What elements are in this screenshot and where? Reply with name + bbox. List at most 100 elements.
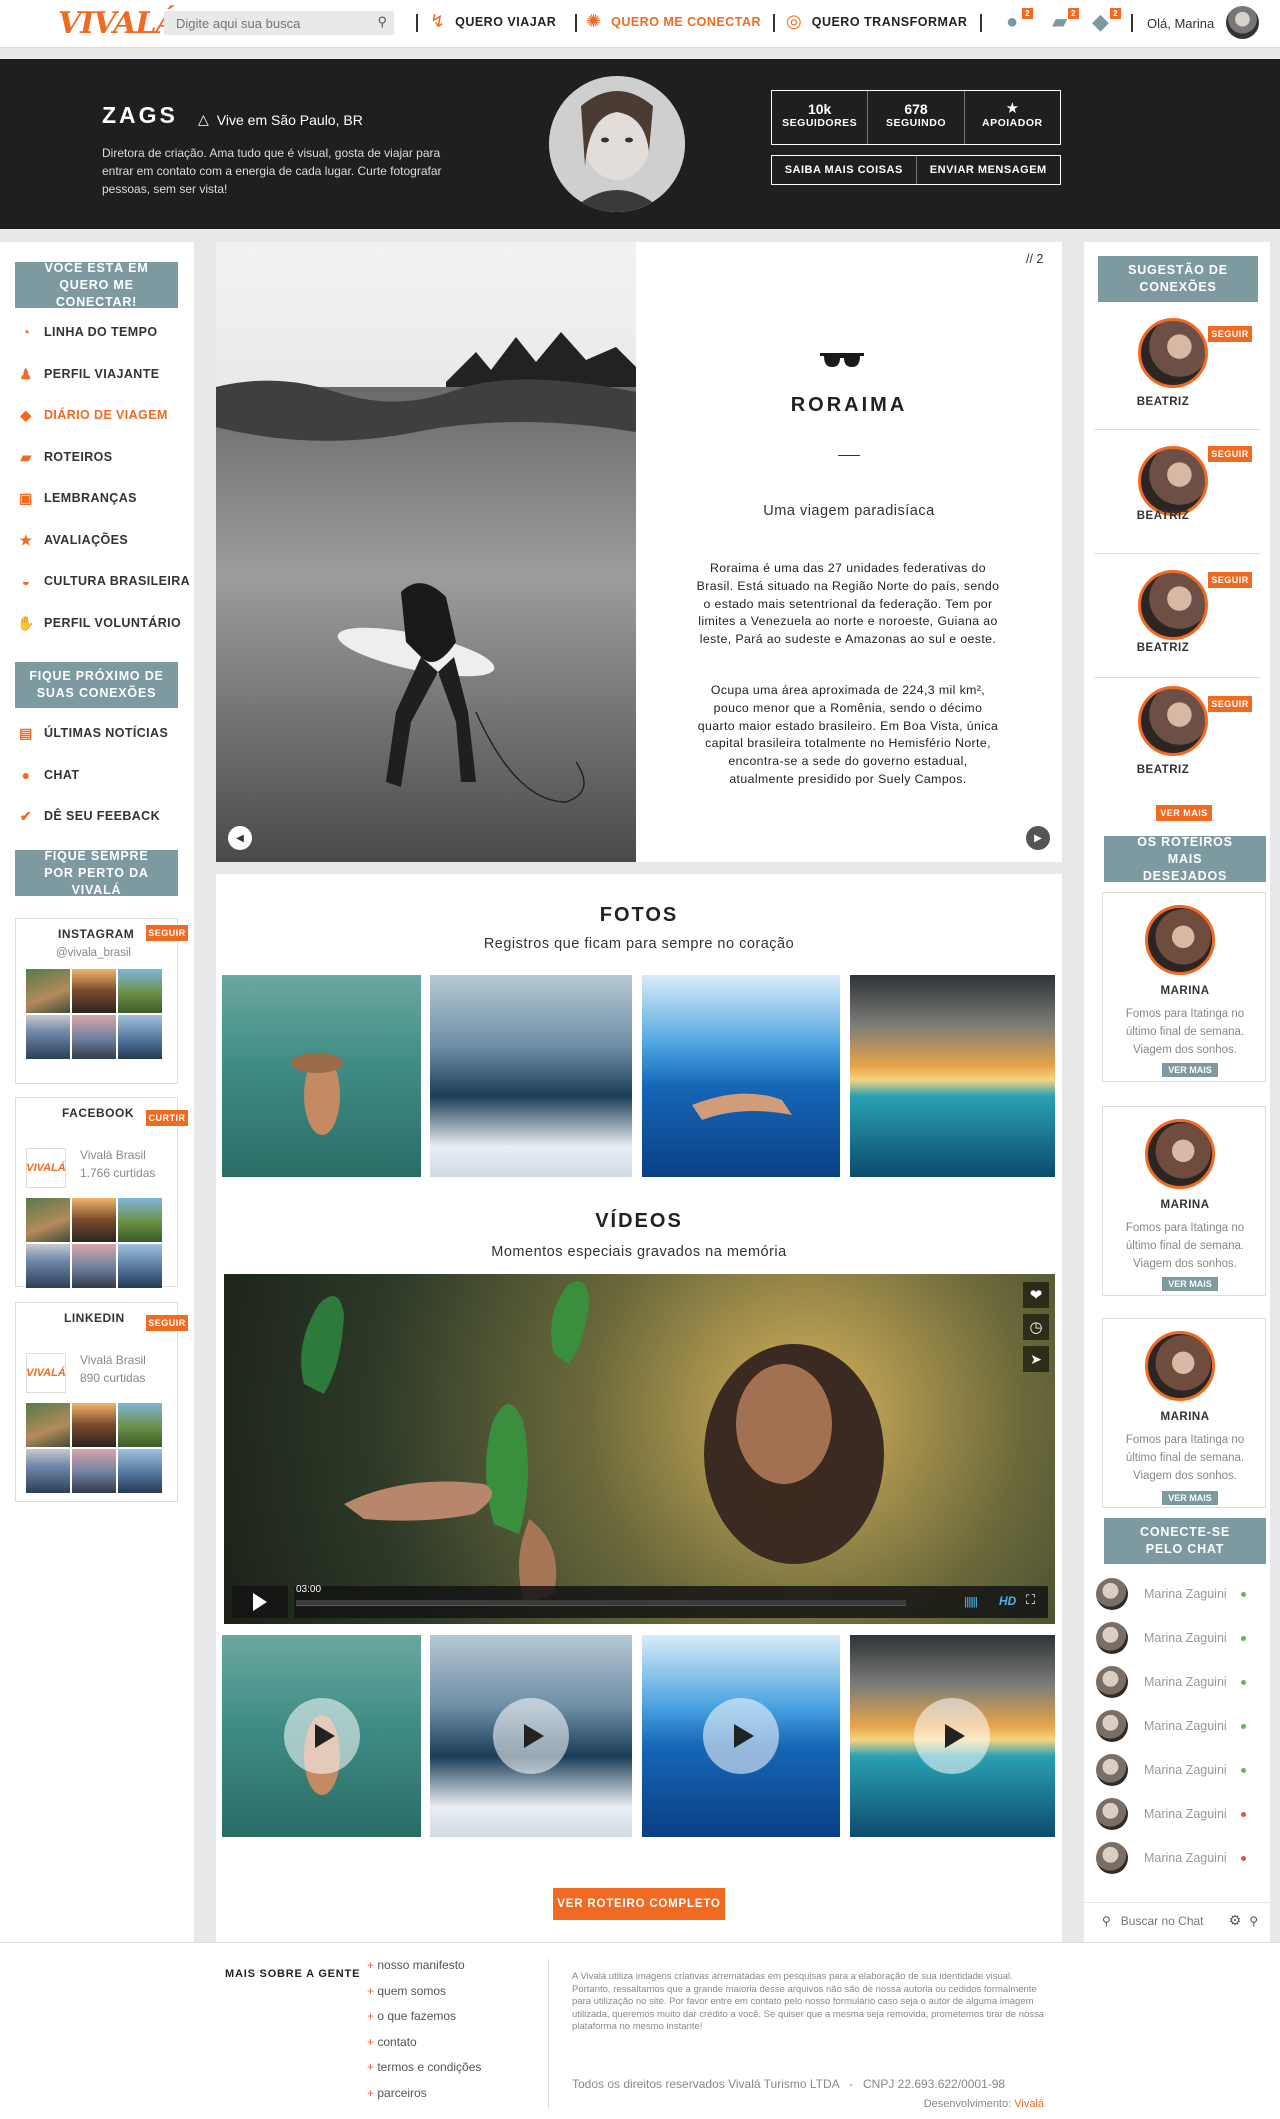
search-input[interactable] bbox=[164, 11, 359, 35]
instagram-thumb[interactable] bbox=[118, 1015, 162, 1059]
video-player[interactable]: ❤ ◷ ➤ 03:00 ||||||| HD ⛶ bbox=[224, 1274, 1055, 1624]
menu-avaliacoes[interactable]: ★ AVALIAÇÕES bbox=[18, 532, 128, 548]
watch-later-button[interactable]: ◷ bbox=[1023, 1314, 1049, 1340]
footer-link-what-we-do[interactable]: o que fazemos bbox=[367, 2004, 481, 2030]
logo[interactable]: VIVALÁ bbox=[58, 6, 179, 41]
menu-roteiros[interactable]: ▰ ROTEIROS bbox=[18, 449, 112, 465]
follow-button[interactable]: SEGUIR bbox=[1208, 572, 1252, 588]
developer-link[interactable]: Vivalá bbox=[1014, 2098, 1044, 2110]
full-route-button[interactable]: VER ROTEIRO COMPLETO bbox=[553, 1888, 725, 1920]
footer-link-partners[interactable]: parceiros bbox=[367, 2081, 481, 2107]
nav-quero-viajar[interactable]: ↯ QUERO VIAJAR bbox=[430, 11, 556, 32]
search-box[interactable]: ⚲ bbox=[164, 11, 394, 35]
photo-sunset-sea[interactable] bbox=[850, 975, 1055, 1177]
follow-button[interactable]: SEGUIR bbox=[1208, 446, 1252, 462]
user-avatar[interactable] bbox=[1226, 6, 1259, 39]
menu-ultimas-noticias[interactable]: ▤ ÚLTIMAS NOTÍCIAS bbox=[18, 725, 168, 741]
facebook-like-button[interactable]: CURTIR bbox=[146, 1110, 188, 1126]
video-thumb-swimmer[interactable] bbox=[642, 1635, 840, 1837]
more-info-button[interactable]: SAIBA MAIS COISAS bbox=[772, 156, 917, 184]
footer-link-manifesto[interactable]: nosso manifesto bbox=[367, 1953, 481, 1979]
linkedin-follow-button[interactable]: SEGUIR bbox=[146, 1315, 188, 1331]
suggestion-name[interactable]: BEATRIZ bbox=[1094, 764, 1232, 776]
video-play-button[interactable] bbox=[232, 1586, 288, 1618]
supporter-stat[interactable]: ★ APOIADOR bbox=[965, 91, 1060, 144]
menu-perfil-viajante[interactable]: ♟ PERFIL VIAJANTE bbox=[18, 366, 160, 382]
menu-lembrancas[interactable]: ▣ LEMBRANÇAS bbox=[18, 490, 137, 506]
video-thumb-wave[interactable] bbox=[430, 1635, 632, 1837]
zoom-icon[interactable]: ⚲ bbox=[1249, 1914, 1258, 1928]
like-video-button[interactable]: ❤ bbox=[1023, 1282, 1049, 1308]
play-button[interactable] bbox=[914, 1698, 990, 1774]
facebook-page-name[interactable]: Vivalá Brasil bbox=[80, 1148, 146, 1162]
photo-swimmer[interactable] bbox=[642, 975, 840, 1177]
linkedin-thumb[interactable] bbox=[118, 1449, 162, 1493]
nav-quero-transformar[interactable]: ◎ QUERO TRANSFORMAR bbox=[786, 11, 967, 32]
instagram-thumb[interactable] bbox=[26, 1015, 70, 1059]
chat-user[interactable]: Marina Zaguini bbox=[1084, 1572, 1258, 1616]
linkedin-thumb[interactable] bbox=[26, 1403, 70, 1447]
followers-stat[interactable]: 10k SEGUIDORES bbox=[772, 91, 869, 144]
facebook-thumb[interactable] bbox=[72, 1198, 116, 1242]
chat-user[interactable]: Marina Zaguini bbox=[1084, 1836, 1258, 1880]
footer-link-about[interactable]: quem somos bbox=[367, 1979, 481, 2005]
menu-diario-de-viagem[interactable]: ◆ DIÁRIO DE VIAGEM bbox=[18, 407, 168, 423]
linkedin-thumb[interactable] bbox=[72, 1403, 116, 1447]
suggestion-avatar[interactable] bbox=[1138, 318, 1208, 388]
see-more-suggestions-button[interactable]: VER MAIS bbox=[1156, 805, 1212, 821]
footer-link-contact[interactable]: contato bbox=[367, 2030, 481, 2056]
chat-user[interactable]: Marina Zaguini bbox=[1084, 1704, 1258, 1748]
instagram-thumb[interactable] bbox=[118, 969, 162, 1013]
facebook-thumb[interactable] bbox=[72, 1244, 116, 1288]
profile-photo[interactable] bbox=[549, 76, 685, 212]
photo-wave[interactable] bbox=[430, 975, 632, 1177]
search-icon[interactable]: ⚲ bbox=[377, 14, 387, 30]
route-avatar[interactable] bbox=[1145, 1119, 1215, 1189]
suggestion-avatar[interactable] bbox=[1138, 446, 1208, 516]
instagram-thumb[interactable] bbox=[72, 969, 116, 1013]
volume-icon[interactable]: ||||||| bbox=[964, 1596, 978, 1608]
linkedin-thumb[interactable] bbox=[118, 1403, 162, 1447]
instagram-thumb[interactable] bbox=[72, 1015, 116, 1059]
instagram-thumb[interactable] bbox=[26, 969, 70, 1013]
surfer-photo[interactable] bbox=[216, 242, 636, 862]
chat-search-input[interactable] bbox=[1120, 1913, 1221, 1928]
menu-perfil-voluntario[interactable]: ✋ PERFIL VOLUNTÁRIO bbox=[17, 615, 181, 631]
play-button[interactable] bbox=[284, 1698, 360, 1774]
fullscreen-icon[interactable]: ⛶ bbox=[1026, 1592, 1035, 1608]
suggestion-avatar[interactable] bbox=[1138, 570, 1208, 640]
follow-button[interactable]: SEGUIR bbox=[1208, 696, 1252, 712]
menu-cultura-brasileira[interactable]: ◒ CULTURA BRASILEIRA bbox=[18, 573, 190, 589]
share-video-button[interactable]: ➤ bbox=[1023, 1346, 1049, 1372]
facebook-thumb[interactable] bbox=[118, 1244, 162, 1288]
next-slide-button[interactable]: ▶ bbox=[1026, 826, 1050, 850]
photo-diver[interactable] bbox=[222, 975, 421, 1177]
facebook-thumb[interactable] bbox=[26, 1198, 70, 1242]
route-author[interactable]: MARINA bbox=[1103, 1411, 1267, 1423]
video-thumb-diver[interactable] bbox=[222, 1635, 421, 1837]
instagram-follow-button[interactable]: SEGUIR bbox=[146, 925, 188, 941]
follow-button[interactable]: SEGUIR bbox=[1208, 326, 1252, 342]
play-button[interactable] bbox=[703, 1698, 779, 1774]
hd-toggle[interactable]: HD bbox=[999, 1594, 1016, 1608]
gear-icon[interactable]: ⚙ bbox=[1229, 1912, 1242, 1929]
send-message-button[interactable]: ENVIAR MENSAGEM bbox=[917, 156, 1061, 184]
route-see-more-button[interactable]: VER MAIS bbox=[1162, 1063, 1218, 1077]
facebook-thumb[interactable] bbox=[118, 1198, 162, 1242]
prev-slide-button[interactable]: ◀ bbox=[228, 826, 252, 850]
route-author[interactable]: MARINA bbox=[1103, 985, 1267, 997]
play-button[interactable] bbox=[493, 1698, 569, 1774]
menu-feedback[interactable]: ✔ DÊ SEU FEEBACK bbox=[18, 808, 160, 824]
suggestion-name[interactable]: BEATRIZ bbox=[1094, 642, 1232, 654]
nav-quero-me-conectar[interactable]: ✺ QUERO ME CONECTAR bbox=[586, 11, 761, 32]
linkedin-thumb[interactable] bbox=[26, 1449, 70, 1493]
route-see-more-button[interactable]: VER MAIS bbox=[1162, 1277, 1218, 1291]
menu-chat[interactable]: ● CHAT bbox=[18, 767, 79, 783]
chat-user[interactable]: Marina Zaguini bbox=[1084, 1616, 1258, 1660]
linkedin-page-name[interactable]: Vivalá Brasil bbox=[80, 1353, 146, 1367]
route-see-more-button[interactable]: VER MAIS bbox=[1162, 1491, 1218, 1505]
menu-linha-do-tempo[interactable]: ◔ LINHA DO TEMPO bbox=[18, 324, 158, 340]
chat-user[interactable]: Marina Zaguini bbox=[1084, 1748, 1258, 1792]
linkedin-thumb[interactable] bbox=[72, 1449, 116, 1493]
suggestion-name[interactable]: BEATRIZ bbox=[1094, 510, 1232, 522]
